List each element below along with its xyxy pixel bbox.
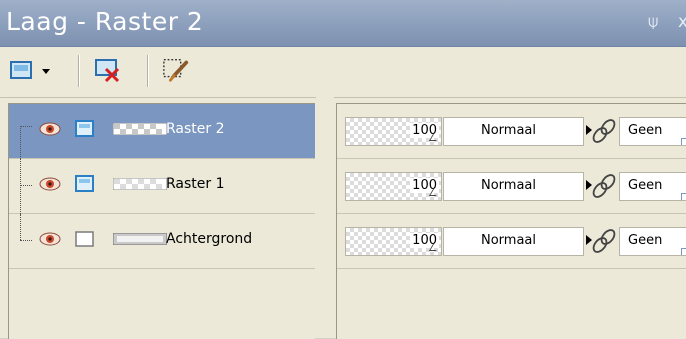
tree-connector [9, 214, 39, 268]
layers-toolbar [0, 47, 686, 98]
layer-properties-list: 100 Normaal Geen 100 Normaal Geen 100 No… [336, 103, 686, 339]
link-set-scroll-icon[interactable] [681, 248, 686, 255]
layers-palette: Laag - Raster 2 ⍦ x Raster 2 Raster 1 Ac… [0, 0, 686, 339]
layer-row[interactable]: Raster 2 [9, 104, 315, 159]
link-set-field[interactable]: Geen [619, 172, 686, 201]
layer-properties-icon [163, 59, 189, 82]
opacity-slider[interactable]: 100 [345, 227, 442, 256]
toolbar-divider [78, 55, 80, 87]
layer-name[interactable]: Raster 2 [166, 121, 225, 137]
tree-connector [9, 159, 39, 214]
link-set-value: Geen [628, 233, 663, 248]
blend-mode-select[interactable]: Normaal [443, 227, 584, 256]
link-set-value: Geen [628, 123, 663, 138]
blend-mode-value: Normaal [481, 233, 537, 248]
tree-connector [9, 104, 39, 159]
layer-thumbnail-icon [113, 233, 167, 245]
layer-properties-row: 100 Normaal Geen [337, 159, 686, 214]
layer-row[interactable]: Achtergrond [9, 214, 315, 269]
link-set-field[interactable]: Geen [619, 227, 686, 256]
visibility-eye-icon[interactable] [39, 121, 61, 137]
layer-thumbnail-icon [113, 178, 167, 190]
palette-title: Laag - Raster 2 [6, 7, 204, 36]
blend-mode-value: Normaal [481, 123, 537, 138]
blend-mode-select[interactable]: Normaal [443, 117, 584, 146]
layer-list: Raster 2 Raster 1 Achtergrond [8, 103, 315, 339]
blend-mode-select[interactable]: Normaal [443, 172, 584, 201]
link-icon[interactable] [591, 118, 617, 144]
new-layer-button[interactable] [8, 56, 36, 84]
new-layer-dropdown-chevron-down-icon[interactable] [42, 69, 50, 74]
layer-row[interactable]: Raster 1 [9, 159, 315, 214]
raster-layer-icon [75, 175, 94, 192]
raster-layer-icon [75, 120, 94, 137]
new-layer-icon [10, 61, 32, 79]
pin-icon[interactable]: ⍦ [648, 12, 658, 32]
link-icon[interactable] [591, 173, 617, 199]
link-set-scroll-icon[interactable] [681, 138, 686, 145]
layer-properties-row: 100 Normaal Geen [337, 104, 686, 159]
opacity-slider[interactable]: 100 [345, 117, 442, 146]
delete-layer-button[interactable] [94, 56, 122, 84]
opacity-slider[interactable]: 100 [345, 172, 442, 201]
delete-layer-icon [95, 59, 120, 83]
palette-title-bar[interactable]: Laag - Raster 2 ⍦ x [0, 0, 686, 47]
panel-splitter[interactable] [316, 97, 334, 338]
link-set-field[interactable]: Geen [619, 117, 686, 146]
link-set-value: Geen [628, 178, 663, 193]
layer-properties-row: 100 Normaal Geen [337, 214, 686, 269]
layer-name[interactable]: Achtergrond [166, 231, 252, 247]
layer-thumbnail-icon [113, 123, 167, 135]
blend-mode-value: Normaal [481, 178, 537, 193]
visibility-eye-icon[interactable] [39, 176, 61, 192]
layer-name[interactable]: Raster 1 [166, 176, 225, 192]
visibility-eye-icon[interactable] [39, 231, 61, 247]
toolbar-divider [147, 55, 149, 87]
background-layer-icon [75, 231, 94, 247]
close-icon[interactable]: x [678, 12, 686, 32]
link-icon[interactable] [591, 228, 617, 254]
layer-properties-button[interactable] [162, 56, 190, 84]
link-set-scroll-icon[interactable] [681, 193, 686, 200]
